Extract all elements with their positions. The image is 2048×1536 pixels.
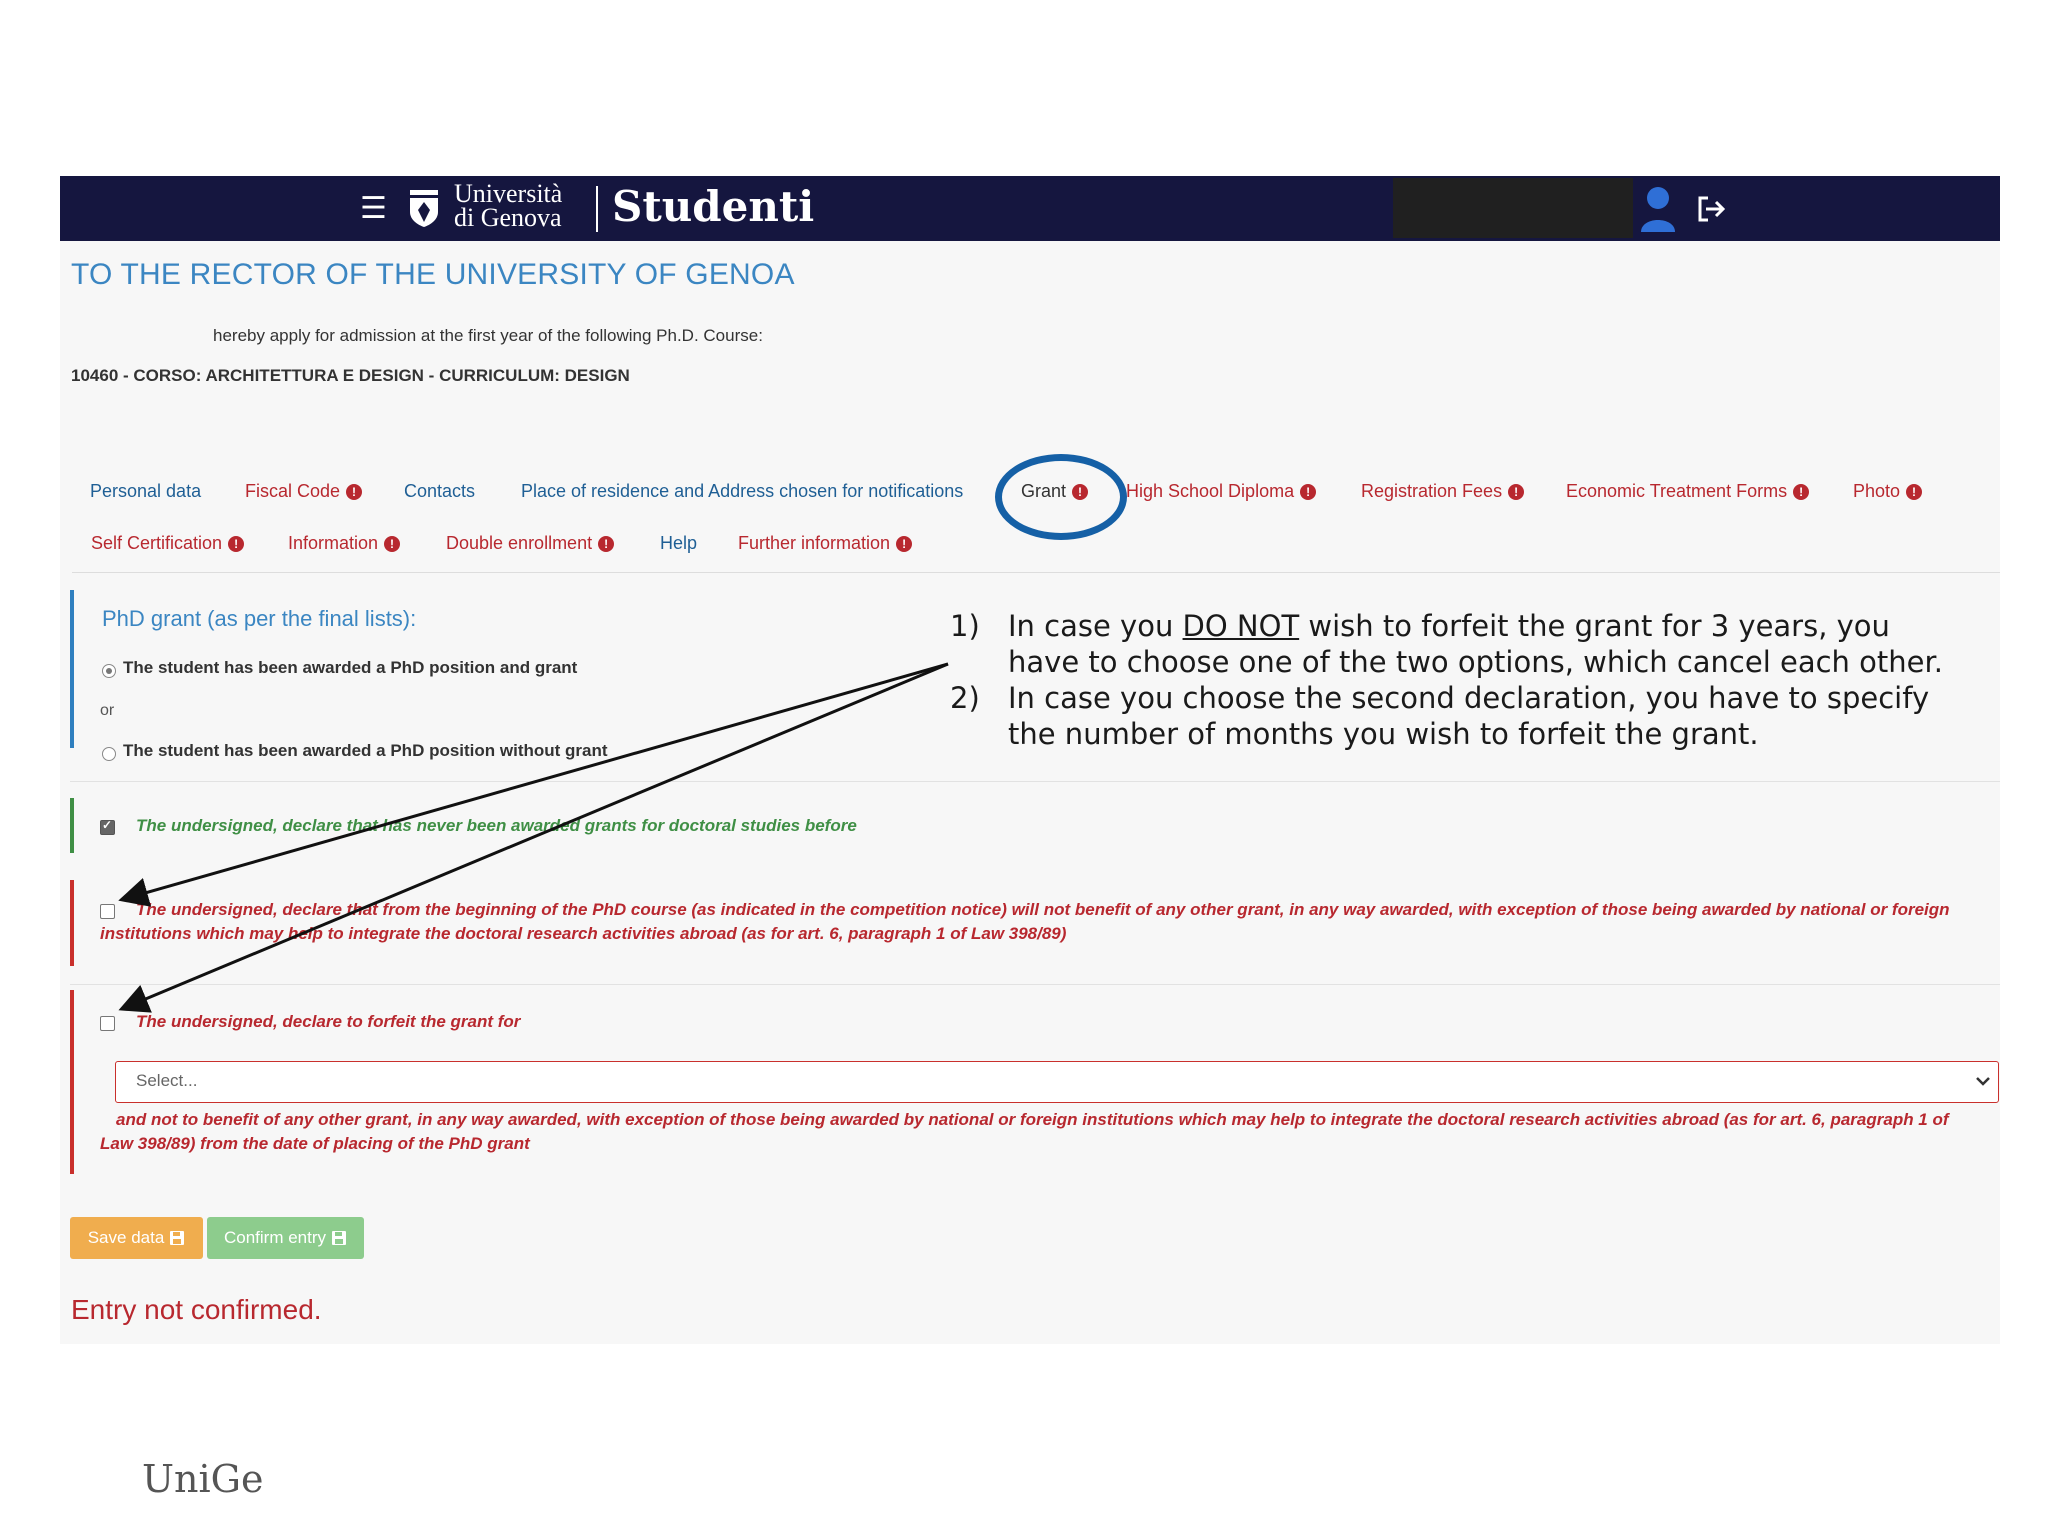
no-other-grant-panel: The undersigned, declare that from the b… [70, 880, 2000, 966]
tab-label: Fiscal Code [245, 481, 341, 501]
tab-information[interactable]: Information ! [288, 533, 401, 554]
confirm-entry-button[interactable]: Confirm entry [207, 1217, 364, 1259]
tab-residence-address[interactable]: Place of residence and Address chosen fo… [521, 481, 963, 502]
tab-label: Registration Fees [1361, 481, 1503, 501]
page-title: TO THE RECTOR OF THE UNIVERSITY OF GENOA [71, 258, 795, 291]
tab-label: Contacts [404, 481, 476, 501]
chevron-down-icon [1976, 1077, 1990, 1086]
grant-section-title: PhD grant (as per the final lists): [102, 606, 417, 631]
instruction-emphasis: DO NOT [1182, 609, 1300, 643]
tab-label: Information [288, 533, 379, 553]
tab-label: Photo [1853, 481, 1901, 501]
tab-high-school-diploma[interactable]: High School Diploma ! [1126, 481, 1317, 502]
instruction-text-pre: In case you [1008, 609, 1183, 643]
radio-without-grant[interactable] [102, 747, 116, 761]
alert-icon: ! [1793, 483, 1810, 500]
course-name: 10460 - CORSO: ARCHITETTURA E DESIGN - C… [71, 366, 630, 385]
tab-economic-treatment-forms[interactable]: Economic Treatment Forms ! [1566, 481, 1810, 502]
alert-icon: ! [1072, 483, 1089, 500]
application-screenshot: ☰ Università di Genova Studenti TO THE R… [60, 176, 2000, 1344]
radio-with-grant[interactable] [102, 664, 116, 678]
hamburger-icon[interactable]: ☰ [360, 194, 387, 224]
confirm-entry-label: Confirm entry [223, 1228, 327, 1247]
university-line2: di Genova [454, 203, 562, 232]
user-name-redacted [1393, 178, 1633, 238]
tab-label: Economic Treatment Forms [1566, 481, 1788, 501]
tab-help[interactable]: Help [660, 533, 697, 554]
floppy-disk-icon [170, 1231, 185, 1245]
tab-label: Self Certification [91, 533, 223, 553]
tab-registration-fees[interactable]: Registration Fees ! [1361, 481, 1525, 502]
tab-label: Help [660, 533, 698, 553]
unige-footer-logo: UniGe [142, 1457, 264, 1501]
tab-label: Place of residence and Address chosen fo… [521, 481, 964, 501]
university-shield-icon [410, 190, 438, 227]
forfeit-checkbox[interactable] [100, 1016, 115, 1031]
floppy-disk-icon [332, 1231, 347, 1245]
tab-self-certification[interactable]: Self Certification ! [91, 533, 245, 554]
instruction-text: In case you DO NOT wish to forfeit the g… [1008, 608, 1960, 680]
or-label: or [100, 702, 115, 719]
tab-label: Personal data [90, 481, 202, 501]
tab-label: Grant [1021, 481, 1067, 501]
tab-label: Double enrollment [446, 533, 593, 553]
instruction-item-1: 1) In case you DO NOT wish to forfeit th… [950, 608, 1960, 680]
tab-personal-data[interactable]: Personal data [90, 481, 201, 502]
section-divider [70, 984, 2000, 985]
alert-icon: ! [346, 483, 363, 500]
alert-icon: ! [1906, 483, 1923, 500]
tab-double-enrollment[interactable]: Double enrollment ! [446, 533, 615, 554]
alert-icon: ! [1300, 483, 1317, 500]
university-logo-text: Università di Genova [454, 181, 562, 232]
app-title: Studenti [612, 182, 815, 231]
alert-icon: ! [228, 535, 245, 552]
forfeit-label: The undersigned, declare to forfeit the … [136, 1012, 521, 1031]
instruction-item-2: 2) In case you choose the second declara… [950, 680, 1960, 752]
instruction-number: 1) [950, 609, 980, 643]
never-awarded-label: The undersigned, declare that has never … [136, 816, 857, 835]
top-navbar: ☰ Università di Genova Studenti [60, 176, 2000, 241]
no-other-grant-label: The undersigned, declare that from the b… [100, 900, 1950, 943]
select-placeholder: Select... [136, 1071, 198, 1090]
alert-icon: ! [1508, 483, 1525, 500]
tab-grant[interactable]: Grant ! [1021, 481, 1089, 502]
apply-text: hereby apply for admission at the first … [213, 326, 763, 345]
forfeit-months-select[interactable]: Select... [115, 1061, 1999, 1103]
radio-with-grant-label: The student has been awarded a PhD posit… [123, 658, 578, 677]
logo-divider [596, 186, 598, 232]
alert-icon: ! [598, 535, 615, 552]
tab-fiscal-code[interactable]: Fiscal Code ! [245, 481, 363, 502]
status-message: Entry not confirmed. [71, 1294, 322, 1325]
section-divider [70, 781, 2000, 782]
instruction-text: In case you choose the second declaratio… [1008, 681, 1930, 751]
instruction-callout: 1) In case you DO NOT wish to forfeit th… [950, 608, 1960, 752]
logout-icon[interactable] [1696, 194, 1726, 224]
tab-label: High School Diploma [1126, 481, 1295, 501]
tabs-divider [72, 572, 2000, 573]
tab-further-information[interactable]: Further information ! [738, 533, 913, 554]
user-icon[interactable] [1638, 182, 1678, 234]
instruction-number: 2) [950, 681, 980, 715]
save-data-button[interactable]: Save data [70, 1217, 203, 1259]
never-awarded-checkbox[interactable] [100, 818, 115, 835]
alert-icon: ! [384, 535, 401, 552]
alert-icon: ! [896, 535, 913, 552]
tab-photo[interactable]: Photo ! [1853, 481, 1923, 502]
radio-without-grant-label: The student has been awarded a PhD posit… [123, 741, 608, 760]
tab-contacts[interactable]: Contacts [404, 481, 475, 502]
save-data-label: Save data [87, 1228, 165, 1247]
never-awarded-panel: The undersigned, declare that has never … [70, 798, 2000, 853]
forfeit-tail-text: and not to benefit of any other grant, i… [100, 1110, 1949, 1153]
tab-label: Further information [738, 533, 891, 553]
